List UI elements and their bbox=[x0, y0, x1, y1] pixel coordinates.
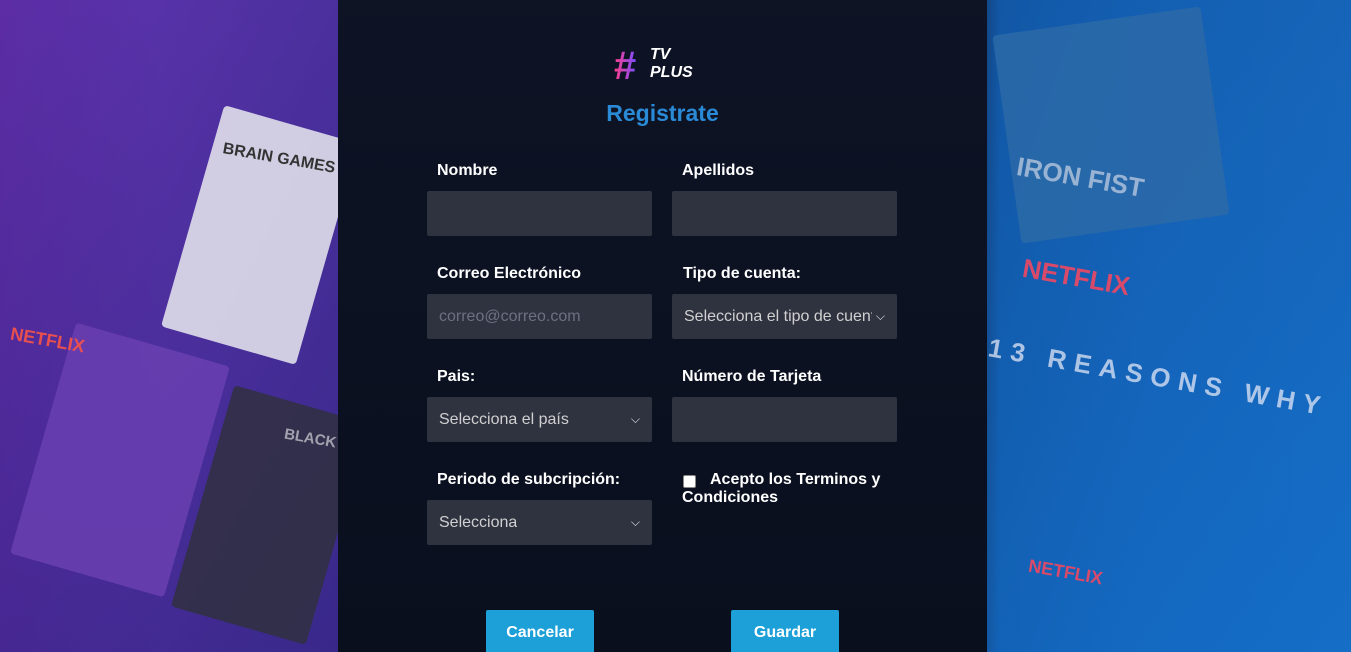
tipo-cuenta-label: Tipo de cuenta: bbox=[683, 265, 801, 282]
poster-title: NETFLIX bbox=[1026, 555, 1105, 589]
apellidos-input[interactable] bbox=[672, 191, 897, 236]
logo-tv: TV bbox=[650, 46, 671, 63]
chevron-down-icon: ⌵ bbox=[630, 412, 640, 426]
periodo-value: Selecciona bbox=[439, 513, 518, 531]
tipo-cuenta-value: Selecciona el tipo de cuenta bbox=[684, 307, 872, 325]
poster-title: 13 REASONS WHY bbox=[986, 332, 1331, 422]
nombre-label: Nombre bbox=[437, 162, 498, 179]
cancel-button[interactable]: Cancelar bbox=[486, 610, 594, 652]
right-poster-collage: IRON FIST NETFLIX 13 REASONS WHY NETFLIX bbox=[986, 0, 1351, 652]
left-poster-collage: BRAIN GAMES NETFLIX BLACK bbox=[0, 0, 340, 652]
poster-title: NETFLIX bbox=[1020, 252, 1133, 302]
apellidos-label: Apellidos bbox=[682, 162, 755, 179]
correo-label: Correo Electrónico bbox=[437, 265, 582, 282]
registration-panel: # TV PLUS Registrate Nombre Apellidos Co… bbox=[338, 0, 987, 652]
pais-select[interactable]: Selecciona el país ⌵ bbox=[427, 397, 652, 442]
chevron-down-icon: ⌵ bbox=[875, 309, 885, 323]
tarjeta-label: Número de Tarjeta bbox=[682, 368, 822, 385]
poster bbox=[992, 6, 1230, 244]
periodo-select[interactable]: Selecciona ⌵ bbox=[427, 500, 652, 545]
save-button[interactable]: Guardar bbox=[731, 610, 839, 652]
tipo-cuenta-select[interactable]: Selecciona el tipo de cuenta ⌵ bbox=[672, 294, 897, 339]
nombre-input[interactable] bbox=[427, 191, 652, 236]
pais-label: Pais: bbox=[437, 368, 476, 385]
terminos-label: Acepto los Terminos y Condiciones bbox=[682, 471, 881, 506]
chevron-down-icon: ⌵ bbox=[630, 515, 640, 529]
form-title: Registrate bbox=[606, 100, 719, 126]
logo-text: TV PLUS bbox=[650, 46, 693, 82]
pais-value: Selecciona el país bbox=[439, 410, 569, 428]
email-field[interactable]: correo@correo.com bbox=[427, 294, 652, 339]
tarjeta-input[interactable] bbox=[672, 397, 897, 442]
periodo-label: Periodo de subcripción: bbox=[437, 471, 621, 488]
brand-logo: # TV PLUS bbox=[614, 44, 704, 88]
logo-plus: PLUS bbox=[650, 64, 693, 81]
logo-hash-icon: # bbox=[614, 44, 637, 88]
